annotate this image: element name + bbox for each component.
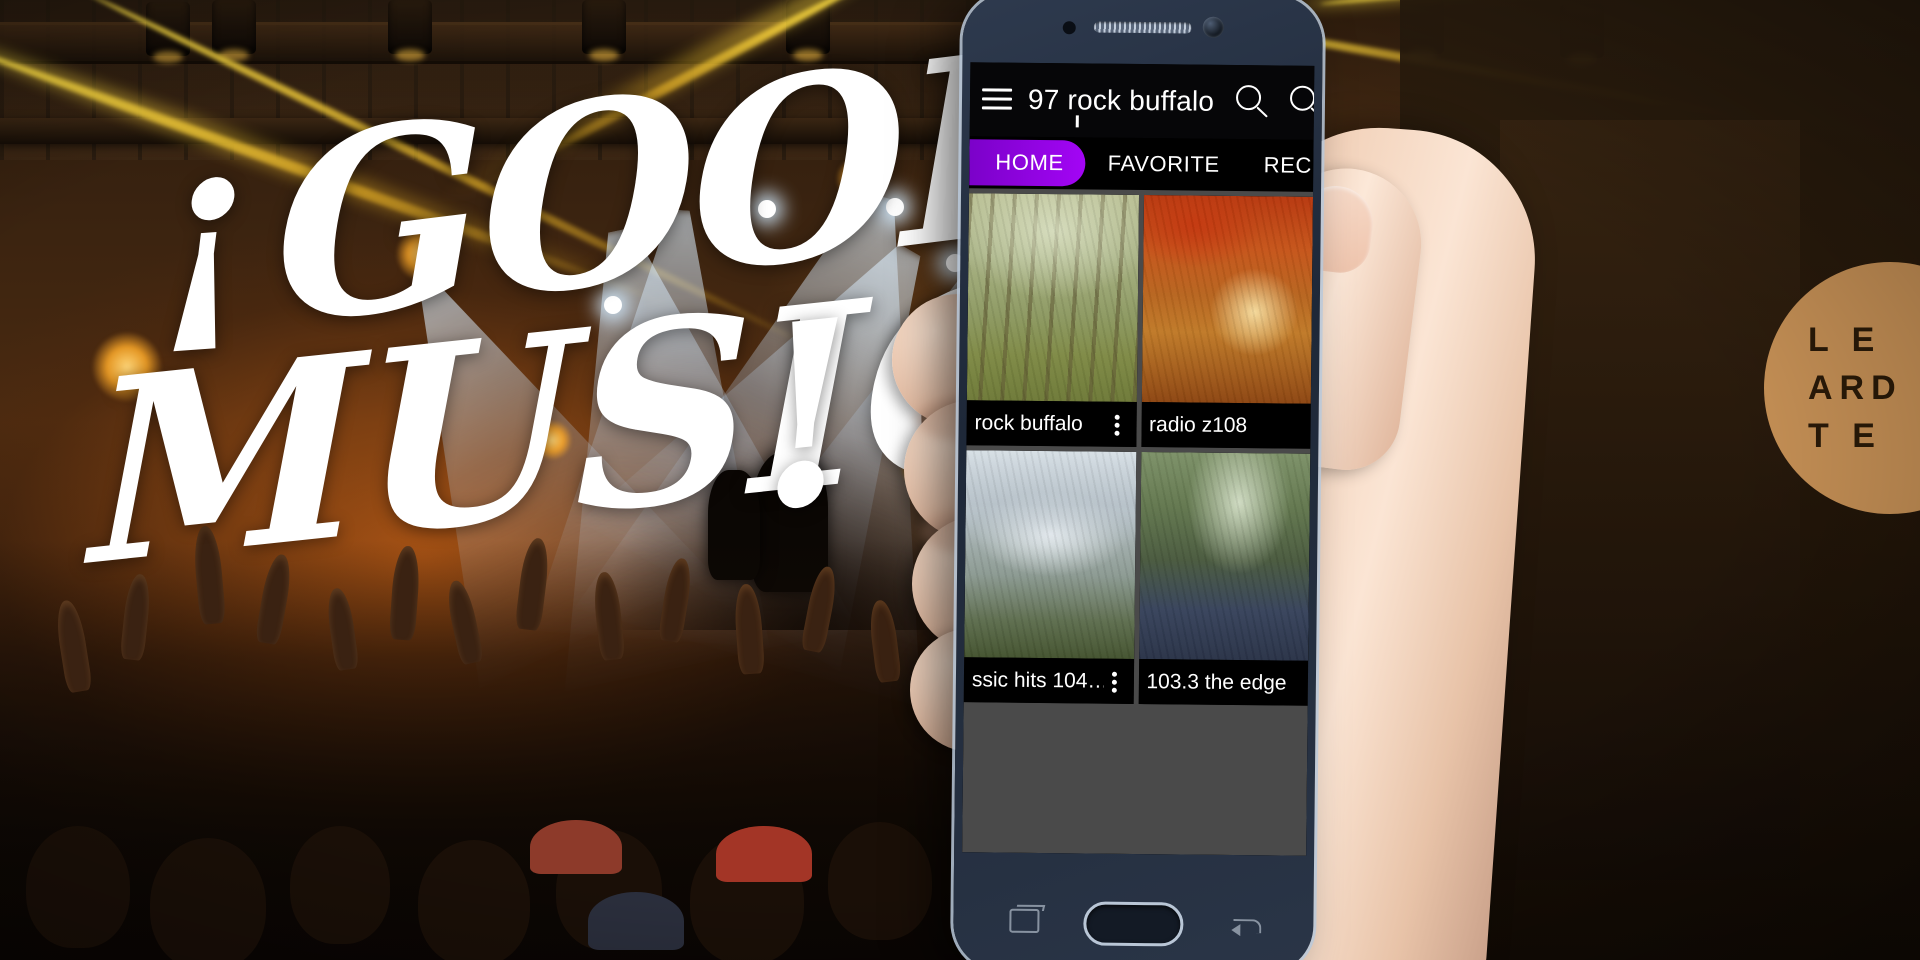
stage-light-fixture: [388, 0, 432, 54]
crowd-head: [290, 826, 390, 944]
crowd-head: [418, 840, 530, 960]
station-name: ssic hits 104…: [971, 667, 1104, 693]
station-name: rock buffalo: [974, 410, 1083, 435]
station-card-bar: ssic hits 104…: [963, 657, 1134, 704]
search-icon[interactable]: [1235, 85, 1270, 119]
tab-home[interactable]: HOME: [969, 139, 1086, 187]
overflow-menu-icon[interactable]: [1103, 666, 1125, 696]
tab-recent[interactable]: RECENT: [1241, 142, 1314, 189]
station-artwork: [966, 193, 1139, 402]
phone-body: 97 rock buffalo HOME FAVORITE RECENT roc…: [953, 0, 1323, 960]
front-camera: [1202, 16, 1224, 38]
venue-logo-line-3: T E: [1808, 417, 1882, 456]
tab-bar: HOME FAVORITE RECENT: [969, 136, 1314, 192]
tab-favorite[interactable]: FAVORITE: [1086, 140, 1242, 188]
station-card[interactable]: 103.3 the edge: [1138, 452, 1311, 706]
proximity-sensor: [1062, 21, 1076, 35]
recents-icon[interactable]: [1009, 908, 1040, 933]
station-card[interactable]: radio z108: [1140, 195, 1314, 449]
warm-light-orb: [396, 226, 452, 282]
crowd-cap: [716, 826, 812, 882]
station-artwork: [964, 450, 1136, 659]
overflow-menu-icon[interactable]: [1106, 409, 1128, 439]
title-underscore-mark: [1075, 115, 1079, 128]
phone-screen[interactable]: 97 rock buffalo HOME FAVORITE RECENT roc…: [962, 62, 1315, 856]
warm-light-orb: [92, 332, 162, 402]
crowd-head: [150, 838, 266, 960]
spotlight-source: [604, 296, 622, 314]
crowd-cap: [530, 820, 622, 874]
promo-banner: L E ARD T E ¡ GOOD MUSIC ! 97 rock buffa…: [0, 0, 1920, 960]
station-card-bar: 103.3 the edge: [1138, 659, 1309, 706]
stage-light-fixture: [582, 0, 626, 54]
station-artwork: [1138, 452, 1311, 661]
crowd-cap: [588, 892, 684, 950]
station-artwork: [1141, 195, 1314, 404]
station-name: 103.3 the edge: [1146, 669, 1287, 695]
hamburger-menu-icon[interactable]: [981, 88, 1013, 111]
warm-light-orb: [532, 420, 572, 460]
station-card[interactable]: rock buffalo: [966, 193, 1139, 447]
spotlight-source: [758, 200, 776, 218]
stage-light-fixture: [212, 0, 256, 54]
smartphone: 97 rock buffalo HOME FAVORITE RECENT roc…: [952, 0, 1324, 960]
home-button[interactable]: [1083, 901, 1184, 947]
station-grid: rock buffalo radio z108 ssic hits 104… 1…: [962, 188, 1314, 856]
station-card-bar: radio z108: [1140, 402, 1311, 449]
crowd-head: [26, 826, 130, 948]
app-bar: 97 rock buffalo: [969, 62, 1315, 140]
venue-logo-line-2: ARD: [1808, 368, 1903, 407]
station-card[interactable]: ssic hits 104…: [963, 450, 1136, 704]
secondary-search-icon[interactable]: [1289, 85, 1315, 120]
earpiece-speaker: [1093, 21, 1192, 34]
station-card-bar: rock buffalo: [966, 400, 1137, 447]
app-title: 97 rock buffalo: [1027, 83, 1215, 117]
back-icon[interactable]: [1231, 913, 1261, 935]
venue-logo-line-1: L E: [1808, 320, 1882, 359]
station-name: radio z108: [1148, 412, 1248, 437]
warm-light-orb: [836, 156, 882, 202]
